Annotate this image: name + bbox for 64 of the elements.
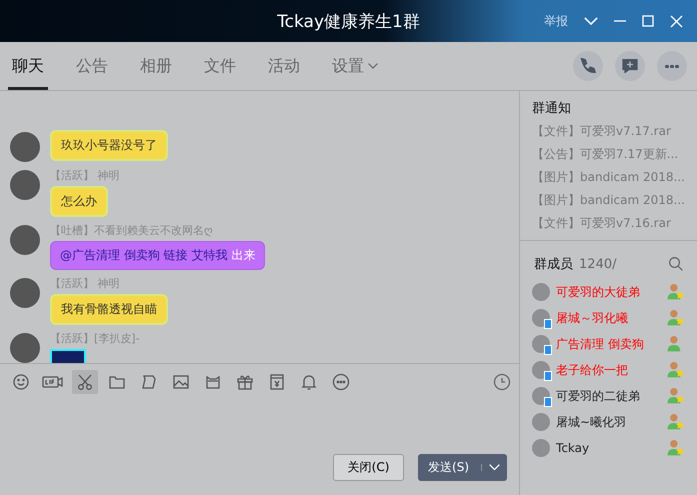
avatar (532, 283, 550, 301)
section-title: 群通知 (532, 100, 572, 117)
phone-button[interactable] (573, 51, 603, 81)
chat-add-button[interactable] (615, 51, 645, 81)
avatar (532, 439, 550, 457)
avatar (10, 170, 40, 200)
tab[interactable]: 设置 (328, 42, 382, 90)
member-name[interactable]: 老子给你一把 (556, 362, 661, 378)
tab[interactable]: 公告 (72, 42, 112, 90)
report-link[interactable]: 举报 (544, 12, 568, 30)
member-name[interactable]: 可爱羽的二徒弟 (556, 388, 661, 404)
notice-item[interactable]: 【公告】可爱羽7.17更新... (532, 146, 685, 163)
maximize-icon (642, 15, 654, 27)
window-title: Tckay健康养生1群 (277, 11, 420, 33)
message-bubble: 我有骨骼透视自瞄 (50, 294, 168, 325)
send-button[interactable]: 发送(S) (418, 454, 508, 481)
scissors-icon (76, 373, 94, 391)
message-bubble: 怎么办 (50, 186, 108, 217)
search-icon (669, 257, 683, 271)
message-bubble: 玖玖小号器没号了 (50, 130, 168, 161)
member-name[interactable]: 可爱羽的大徒弟 (556, 284, 661, 300)
chevron-down-icon (368, 63, 378, 69)
tab[interactable]: 文件 (200, 42, 240, 90)
minimize-icon (614, 20, 626, 22)
notice-item[interactable]: 【文件】可爱羽v7.16.rar (532, 215, 685, 232)
clock-icon (493, 373, 512, 391)
member-name[interactable]: 屠城～羽化曦 (556, 310, 661, 326)
tab[interactable]: 相册 (136, 42, 176, 90)
close-icon (670, 14, 683, 28)
notice-item[interactable]: 【图片】bandicam 2018... (532, 169, 685, 186)
member-name[interactable]: Tckay (556, 441, 661, 455)
chevron-down-icon (584, 16, 598, 26)
more-button[interactable] (657, 51, 687, 81)
sender-name: 【活跃】 神明 (50, 276, 120, 291)
smiley-icon (12, 373, 30, 391)
avatar (10, 278, 40, 308)
sticker-image (50, 349, 86, 363)
chat-plus-icon (622, 59, 638, 73)
sender-name: 【吐槽】不看到赖美云不改网名ღ (50, 223, 213, 238)
member-name[interactable]: 屠城~曦化羽 (556, 414, 661, 430)
close-button[interactable]: 关闭(C) (333, 454, 404, 481)
sender-name: 【活跃】 神明 (50, 168, 120, 183)
avatar (10, 333, 40, 363)
tab[interactable]: 活动 (264, 42, 304, 90)
phone-icon (580, 58, 596, 74)
member-name[interactable]: 广告清理 倒卖狗 (556, 336, 661, 352)
bell-icon (300, 373, 318, 391)
avatar (532, 413, 550, 431)
sender-name: 【活跃】[李扒皮]- (50, 331, 140, 346)
message-bubble: @广告清理 倒卖狗 链接 艾特我 出来 (50, 241, 266, 270)
avatar (10, 132, 40, 162)
chevron-down-icon (489, 464, 500, 471)
toolbar-button[interactable] (72, 370, 98, 394)
more-icon (332, 373, 350, 391)
avatar (10, 225, 40, 255)
section-title: 群成员 (534, 256, 574, 273)
member-count: 1240/ (579, 256, 616, 272)
image-icon (172, 373, 190, 391)
money-envelope-icon (268, 373, 286, 391)
more-icon (665, 64, 679, 68)
notice-item[interactable]: 【文件】可爱羽v7.17.rar (532, 123, 685, 140)
gift-icon (236, 373, 254, 391)
notice-item[interactable]: 【图片】bandicam 2018... (532, 192, 685, 209)
tab[interactable]: 聊天 (8, 42, 48, 90)
